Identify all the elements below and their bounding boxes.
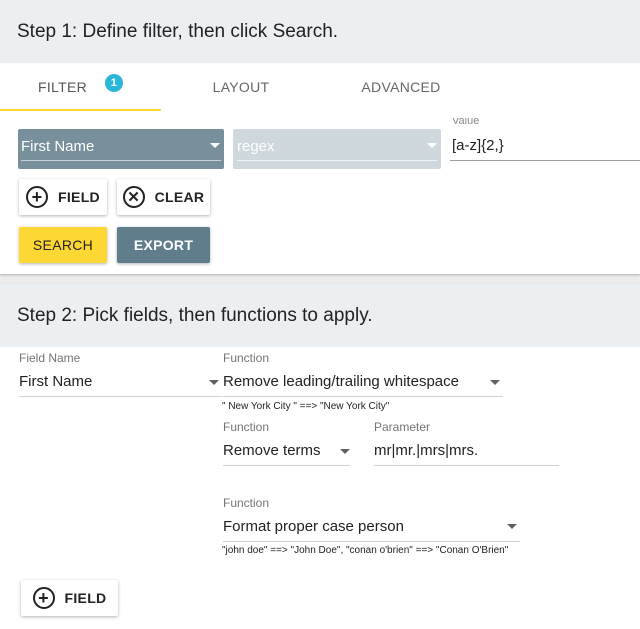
- filter-value-input[interactable]: Value [a-z]{2,}: [450, 118, 640, 161]
- function-value: Remove terms: [223, 442, 321, 459]
- filter-operator-select[interactable]: regex: [233, 129, 441, 169]
- parameter-value: mr|mr.|mrs|mrs.: [374, 442, 479, 459]
- function-label: Function: [223, 351, 270, 365]
- filter-tabs: FILTER 1 LAYOUT ADVANCED: [0, 63, 640, 111]
- filter-value-label: Value: [452, 118, 480, 124]
- select-underline: [237, 160, 437, 161]
- tab-layout-label: LAYOUT: [212, 79, 270, 95]
- chevron-down-icon: [507, 524, 517, 529]
- function-label: Function: [223, 420, 270, 434]
- export-button[interactable]: EXPORT: [117, 227, 210, 263]
- tab-layout[interactable]: LAYOUT: [161, 63, 321, 111]
- search-button[interactable]: SEARCH: [19, 227, 107, 263]
- clear-label: CLEAR: [154, 189, 205, 205]
- function-hint: "john doe" ==> "John Doe", "conan o'brie…: [222, 545, 509, 556]
- field-name-label: Field Name: [19, 351, 81, 365]
- filter-count-badge: 1: [105, 74, 123, 92]
- parameter-input[interactable]: mr|mr.|mrs|mrs.: [374, 437, 559, 467]
- chevron-down-icon: [210, 143, 220, 148]
- filter-operator-value: regex: [237, 138, 275, 155]
- filter-value-text: [a-z]{2,}: [452, 137, 504, 154]
- function-value: Format proper case person: [223, 518, 404, 535]
- add-field-button[interactable]: + FIELD: [21, 580, 118, 616]
- function-hint: " New York City " ==> "New York City": [222, 401, 390, 412]
- add-filter-field-button[interactable]: + FIELD: [19, 179, 107, 215]
- tab-advanced-label: ADVANCED: [361, 79, 441, 95]
- search-label: SEARCH: [32, 237, 94, 253]
- field-name-value: First Name: [19, 373, 93, 390]
- add-field-label: FIELD: [58, 189, 100, 205]
- function-select-2[interactable]: Remove terms: [223, 437, 350, 467]
- tab-filter-label: FILTER: [38, 79, 87, 95]
- active-tab-indicator: [0, 109, 161, 111]
- function-value: Remove leading/trailing whitespace: [223, 373, 459, 390]
- select-underline: [223, 541, 520, 542]
- select-underline: [19, 396, 222, 397]
- function-select-3[interactable]: Format proper case person: [223, 513, 520, 543]
- filter-field-select[interactable]: First Name: [18, 129, 224, 169]
- select-underline: [21, 160, 221, 161]
- field-name-select[interactable]: First Name: [19, 368, 222, 398]
- chevron-down-icon: [209, 380, 219, 385]
- plus-circle-icon: +: [26, 186, 49, 208]
- close-circle-icon: ✕: [122, 186, 145, 208]
- parameter-label: Parameter: [374, 420, 431, 434]
- function-select-1[interactable]: Remove leading/trailing whitespace: [223, 368, 503, 398]
- clear-button[interactable]: ✕ CLEAR: [117, 179, 210, 215]
- add-field-label: FIELD: [64, 590, 107, 606]
- step1-title: Step 1: Define filter, then click Search…: [0, 0, 640, 63]
- select-underline: [223, 465, 350, 466]
- input-underline: [374, 465, 559, 466]
- chevron-down-icon: [340, 449, 350, 454]
- chevron-down-icon: [490, 380, 500, 385]
- function-label: Function: [223, 496, 270, 510]
- filter-field-value: First Name: [21, 138, 95, 155]
- tab-advanced[interactable]: ADVANCED: [321, 63, 481, 111]
- tab-filter[interactable]: FILTER 1: [0, 63, 161, 111]
- export-label: EXPORT: [133, 237, 194, 253]
- step2-title: Step 2: Pick fields, then functions to a…: [0, 284, 640, 347]
- plus-circle-icon: +: [32, 587, 55, 609]
- chevron-down-icon: [427, 143, 437, 148]
- select-underline: [223, 396, 503, 397]
